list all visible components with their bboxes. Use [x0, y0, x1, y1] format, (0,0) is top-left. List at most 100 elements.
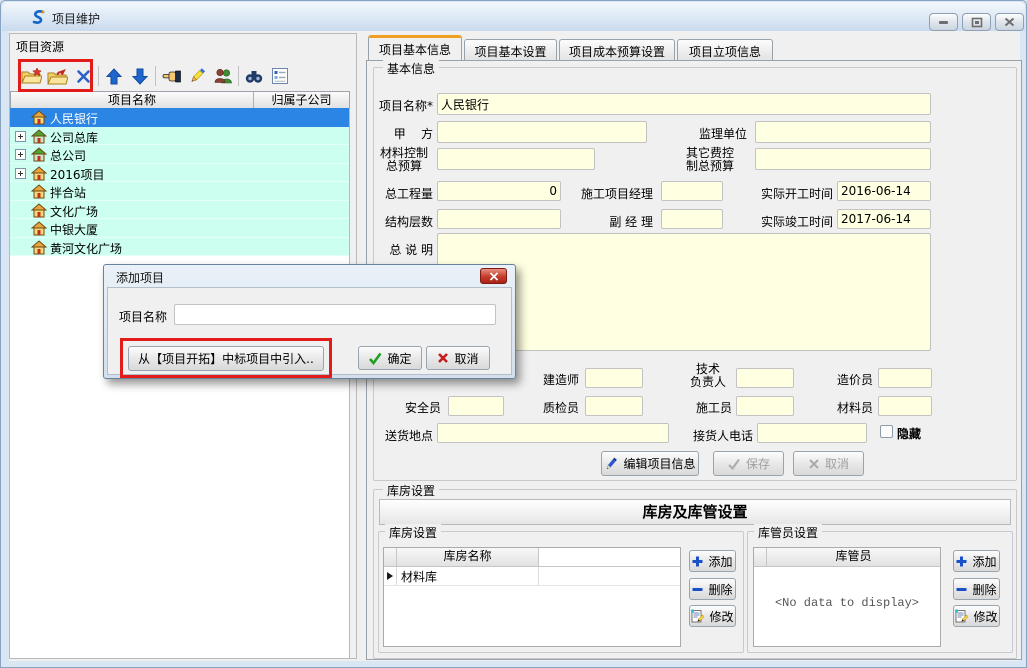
tree-item[interactable]: 黄河文化广场 — [10, 238, 349, 257]
window-title: 项目维护 — [52, 10, 100, 27]
supervisor-input[interactable] — [755, 121, 931, 143]
hide-checkbox[interactable] — [880, 425, 893, 438]
warehouse-header: 库房及库管设置 — [379, 499, 1011, 525]
dialog-title: 添加项目 — [116, 269, 164, 286]
hide-label: 隐藏 — [897, 425, 921, 442]
view-settings-icon[interactable] — [267, 63, 293, 89]
annotation-import-highlight — [120, 338, 332, 378]
tree-column-header: 项目名称 归属子公司 — [10, 91, 350, 109]
tab-project-basic-info[interactable]: 项目基本信息 — [368, 35, 462, 60]
actual-finish-label: 实际竣工时间 — [745, 213, 833, 230]
material-budget-label: 材料控制总预算 — [375, 147, 433, 173]
dialog-close-button[interactable] — [480, 268, 507, 284]
tech-lead-input[interactable] — [736, 368, 794, 388]
save-label: 保存 — [746, 455, 770, 472]
safety-officer-input[interactable] — [448, 396, 504, 416]
tab-label: 项目立项信息 — [689, 45, 761, 59]
deputy-manager-input[interactable] — [661, 209, 723, 229]
warehouse-remove-button[interactable]: 删除 — [689, 578, 736, 600]
safety-officer-label: 安全员 — [397, 399, 441, 416]
warehouse-grid: 库房名称 材料库 — [383, 547, 681, 647]
cost-estimator-input[interactable] — [878, 368, 932, 388]
keeper-group-label: 库管员设置 — [754, 524, 822, 541]
toolbar-separator — [238, 66, 239, 86]
tab-label: 项目成本预算设置 — [569, 45, 665, 59]
keeper-grid-header: 库管员 — [754, 548, 940, 567]
project-manager-input[interactable] — [661, 181, 723, 201]
plus-icon — [956, 556, 967, 567]
column-subsidiary[interactable]: 归属子公司 — [254, 92, 349, 108]
dialog-project-name-input[interactable] — [174, 304, 496, 325]
annotation-toolbar-highlight — [18, 59, 93, 92]
tree-item[interactable]: 人民银行 — [10, 108, 349, 127]
dialog-cancel-button[interactable]: 取消 — [426, 346, 490, 370]
tree-item[interactable]: 2016项目 — [10, 164, 349, 183]
quality-inspector-input[interactable] — [585, 396, 643, 416]
tree-item[interactable]: 文化广场 — [10, 201, 349, 220]
tree-item-label: 文化广场 — [50, 203, 98, 220]
column-project-name[interactable]: 项目名称 — [11, 92, 254, 108]
warehouse-name-column[interactable]: 库房名称 — [397, 548, 539, 566]
party-a-input[interactable] — [437, 121, 647, 143]
tree-item[interactable]: 拌合站 — [10, 182, 349, 201]
builder-input[interactable] — [585, 368, 643, 388]
tab-project-approval-info[interactable]: 项目立项信息 — [677, 39, 773, 60]
warehouse-left-label: 库房设置 — [385, 524, 441, 541]
save-button[interactable]: 保存 — [713, 451, 784, 476]
dialog-ok-button[interactable]: 确定 — [358, 346, 422, 370]
supervisor-label: 监理单位 — [677, 125, 747, 142]
modify-label: 修改 — [709, 608, 733, 625]
actual-finish-input[interactable] — [837, 209, 931, 229]
project-name-input[interactable] — [437, 93, 931, 115]
keeper-column[interactable]: 库管员 — [767, 548, 940, 566]
project-name-label: 项目名称* — [375, 97, 433, 114]
move-down-icon[interactable] — [127, 63, 153, 89]
warehouse-modify-button[interactable]: 修改 — [689, 605, 736, 627]
warehouse-row[interactable]: 材料库 — [384, 567, 680, 586]
expand-plus-icon[interactable] — [15, 168, 26, 179]
constructor-input[interactable] — [736, 396, 794, 416]
structure-layers-input[interactable] — [437, 209, 561, 229]
titlebar: 项目维护 — [2, 2, 1025, 31]
material-budget-input[interactable] — [437, 148, 595, 170]
find-icon[interactable] — [241, 63, 267, 89]
minus-icon — [692, 587, 703, 592]
receiver-phone-input[interactable] — [757, 423, 867, 443]
project-tree: 人民银行公司总库总公司2016项目拌合站文化广场中银大厦黄河文化广场 — [10, 108, 350, 658]
dialog-cancel-label: 取消 — [454, 350, 478, 367]
assign-hand-icon[interactable] — [158, 63, 184, 89]
restore-button[interactable] — [962, 13, 991, 31]
material-clerk-input[interactable] — [878, 396, 932, 416]
keeper-modify-button[interactable]: 修改 — [953, 605, 1000, 627]
cancel-button[interactable]: 取消 — [793, 451, 864, 476]
tree-item[interactable]: 总公司 — [10, 145, 349, 164]
minimize-button[interactable] — [929, 13, 958, 31]
tab-project-basic-settings[interactable]: 项目基本设置 — [464, 39, 557, 60]
personnel-icon[interactable] — [210, 63, 236, 89]
expand-plus-icon[interactable] — [15, 149, 26, 160]
tree-item[interactable]: 公司总库 — [10, 127, 349, 146]
check-icon — [727, 458, 741, 470]
other-budget-label: 其它费控制总预算 — [673, 147, 747, 173]
edit-pencil-icon[interactable] — [184, 63, 210, 89]
keeper-remove-button[interactable]: 删除 — [953, 578, 1000, 600]
remove-label: 删除 — [972, 581, 996, 598]
close-button[interactable] — [995, 13, 1024, 31]
actual-start-label: 实际开工时间 — [745, 185, 833, 202]
actual-start-input[interactable] — [837, 181, 931, 201]
total-quantity-input[interactable] — [437, 181, 561, 201]
party-a-label: 甲 方 — [375, 125, 433, 142]
warehouse-group-label: 库房设置 — [383, 482, 439, 499]
expand-plus-icon[interactable] — [15, 131, 26, 142]
warehouse-row-label: 材料库 — [397, 567, 539, 585]
move-up-icon[interactable] — [101, 63, 127, 89]
keeper-add-button[interactable]: 添加 — [953, 550, 1000, 572]
total-quantity-label: 总工程量 — [375, 185, 433, 202]
toolbar-separator — [98, 66, 99, 86]
warehouse-add-button[interactable]: 添加 — [689, 550, 736, 572]
tree-item[interactable]: 中银大厦 — [10, 219, 349, 238]
tab-project-cost-budget-settings[interactable]: 项目成本预算设置 — [559, 39, 675, 60]
other-budget-input[interactable] — [755, 148, 931, 170]
delivery-address-input[interactable] — [437, 423, 669, 443]
edit-project-info-button[interactable]: 编辑项目信息 — [601, 451, 699, 476]
